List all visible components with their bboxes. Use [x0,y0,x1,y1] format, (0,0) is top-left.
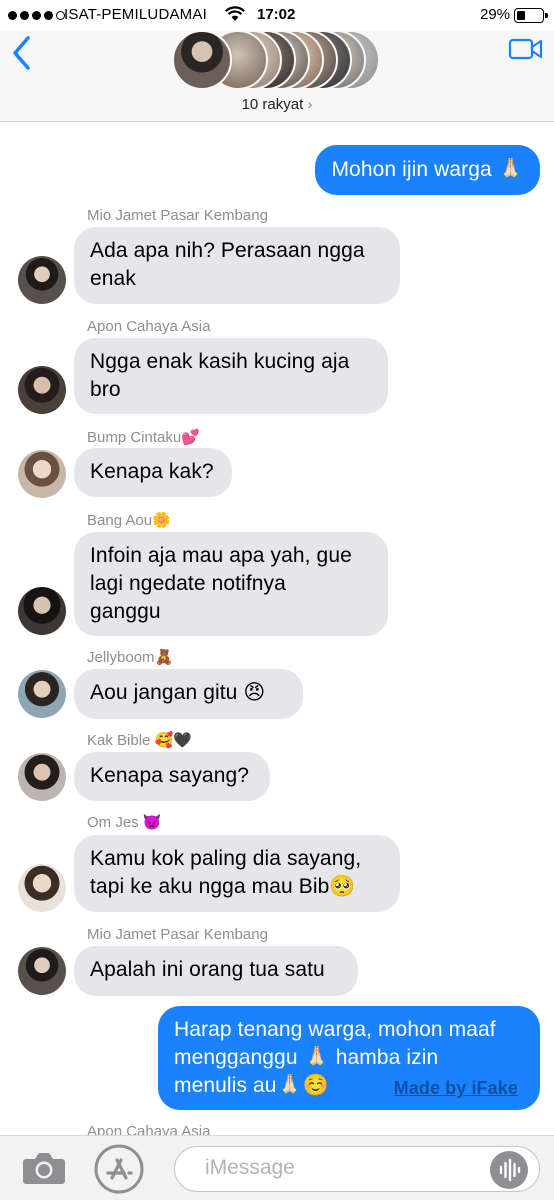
status-bar: ISAT-PEMILUDAMAI 17:02 29% [0,0,554,30]
carrier-name: ISAT-PEMILUDAMAI [64,6,207,23]
message-line: Aou jangan gitu 😠 [90,681,266,704]
group-name-label: 10 rakyat [241,96,304,113]
message-line: mengganggu 🙏🏻 hamba izin [174,1046,439,1069]
imessage-placeholder: iMessage [205,1156,295,1179]
message-text: Mohon ijin warga 🙏🏻 [331,158,524,181]
incoming-message[interactable]: Kamu kok paling dia sayang, tapi ke aku … [74,835,400,912]
incoming-message[interactable]: Aou jangan gitu 😠 [74,669,303,719]
message-input-bar: iMessage [0,1135,554,1200]
avatar[interactable] [18,947,66,995]
message-line: Infoin aja mau apa yah, gue [90,544,352,567]
message-line: lagi ngedate notifnya [90,572,286,595]
imessage-input[interactable]: iMessage [174,1146,540,1192]
incoming-message[interactable]: Kenapa sayang? [74,752,270,801]
message-line: Ngga enak kasih kucing aja [90,350,350,373]
message-line: Kamu kok paling dia sayang, [90,847,362,870]
audio-waveform-icon[interactable] [490,1151,528,1189]
sender-name: Apon Cahaya Asia [87,318,211,335]
avatar[interactable] [18,753,66,801]
message-line: tapi ke aku ngga mau Bib🥺 [90,875,356,898]
message-thread[interactable]: Mohon ijin warga 🙏🏻 Mio Jamet Pasar Kemb… [0,123,554,1135]
camera-icon[interactable] [20,1148,68,1188]
conversation-header: 10 rakyat › [0,30,554,122]
avatar[interactable] [18,366,66,414]
avatar[interactable] [18,670,66,718]
wifi-icon [225,6,245,21]
message-line: Harap tenang warga, mohon maaf [174,1018,496,1041]
sender-name: Mio Jamet Pasar Kembang [87,207,268,224]
avatar[interactable] [18,587,66,635]
incoming-message[interactable]: Ngga enak kasih kucing aja bro [74,338,388,414]
sender-name: Bump Cintaku💕 [87,429,200,446]
outgoing-message[interactable]: Mohon ijin warga 🙏🏻 [315,145,540,195]
incoming-message[interactable]: Apalah ini orang tua satu [74,946,358,996]
message-line: enak [90,267,136,290]
status-time: 17:02 [257,6,296,23]
battery-percentage: 29% [480,6,511,23]
sender-name: Bang Aou🌼 [87,512,171,529]
sender-name: Apon Cahaya Asia [87,1123,211,1135]
outgoing-message[interactable]: Harap tenang warga, mohon maaf menggangg… [158,1006,540,1110]
message-line: Ada apa nih? Perasaan ngga [90,239,365,262]
watermark-link[interactable]: Made by iFake [394,1074,518,1102]
message-line: ganggu [90,600,161,623]
chevron-left-icon[interactable] [6,32,38,74]
incoming-message[interactable]: Kenapa kak? [74,448,232,497]
video-camera-icon[interactable] [508,36,544,62]
chevron-right-icon: › [307,96,313,113]
sender-name: Jellyboom🧸 [87,649,174,666]
battery-icon [514,8,548,23]
message-line: Apalah ini orang tua satu [90,958,325,981]
message-line: bro [90,378,121,401]
incoming-message[interactable]: Infoin aja mau apa yah, gue lagi ngedate… [74,532,388,636]
sender-name: Mio Jamet Pasar Kembang [87,926,268,943]
avatar[interactable] [18,864,66,912]
group-name[interactable]: 10 rakyat › [0,96,554,113]
avatar[interactable] [18,256,66,304]
sender-name: Kak Bible 🥰🖤 [87,732,192,749]
sender-name: Om Jes 👿 [87,814,162,831]
message-line: Kenapa sayang? [90,764,250,787]
incoming-message[interactable]: Ada apa nih? Perasaan ngga enak [74,227,400,304]
message-line: Kenapa kak? [90,460,214,483]
app-store-icon[interactable] [94,1144,144,1194]
signal-strength-icon [8,11,65,20]
avatar[interactable] [18,450,66,498]
